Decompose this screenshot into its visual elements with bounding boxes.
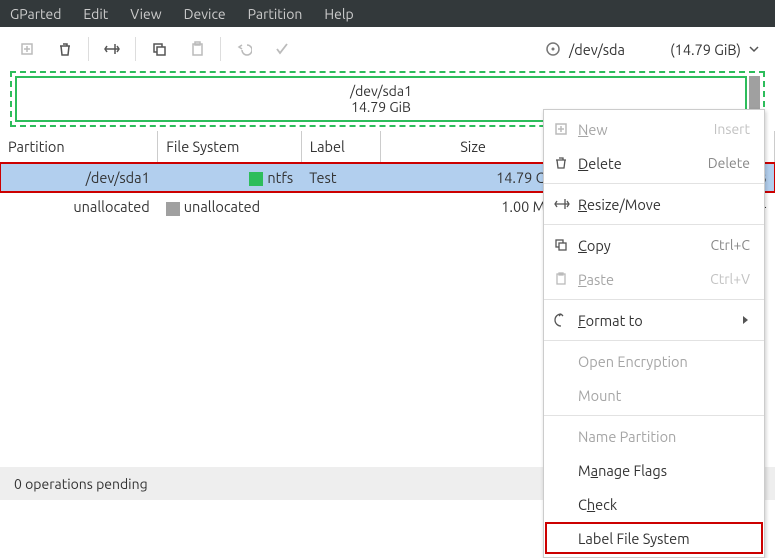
device-name: /dev/sda: [569, 41, 625, 58]
menu-item-label: New: [578, 121, 608, 138]
copy-button[interactable]: [140, 27, 178, 71]
check-icon: [274, 41, 290, 57]
menubar: GParted Edit View Device Partition Help: [0, 0, 775, 27]
menu-item-delete[interactable]: Delete Delete: [544, 146, 764, 180]
menu-device[interactable]: Device: [184, 6, 226, 22]
menu-item-label: Label File System: [578, 530, 690, 547]
device-selector[interactable]: /dev/sda (14.79 GiB): [537, 37, 767, 62]
header-filesystem[interactable]: File System: [158, 131, 301, 163]
new-partition-button: [8, 27, 46, 71]
format-icon: [554, 313, 578, 327]
cell-partition: unallocated: [0, 192, 158, 221]
menu-item-format-to[interactable]: Format to: [544, 303, 764, 337]
menu-item-name-partition: Name Partition: [544, 419, 764, 453]
fs-color-icon: [249, 172, 263, 186]
menu-accelerator: Ctrl+C: [710, 237, 750, 253]
menu-item-label: Check: [578, 496, 617, 513]
menu-item-label-file-system[interactable]: Label File System: [544, 521, 764, 555]
cell-partition: /dev/sda1: [0, 163, 158, 193]
cell-label: [301, 192, 380, 221]
paste-icon: [189, 41, 205, 57]
resize-move-button[interactable]: [93, 27, 131, 71]
apply-button: [263, 27, 301, 71]
paste-button: [178, 27, 216, 71]
menu-separator: [544, 183, 764, 184]
menu-item-mount: Mount: [544, 378, 764, 412]
new-icon: [19, 41, 35, 57]
undo-icon: [236, 41, 252, 57]
cell-fs: unallocated: [158, 192, 301, 221]
menu-item-label: Name Partition: [578, 428, 676, 445]
menu-item-paste: Paste Ctrl+V: [544, 262, 764, 296]
menu-item-label: Format to: [578, 312, 643, 329]
header-label[interactable]: Label: [301, 131, 380, 163]
paste-icon: [554, 272, 578, 286]
menu-item-label: Paste: [578, 271, 614, 288]
menu-item-label: Manage Flags: [578, 462, 667, 479]
menu-accelerator: Delete: [708, 155, 750, 171]
toolbar: /dev/sda (14.79 GiB): [0, 27, 775, 71]
menu-accelerator: Insert: [714, 121, 750, 137]
chevron-down-icon: [749, 44, 759, 54]
disk-partition-size: 14.79 GiB: [351, 99, 411, 115]
disk-icon: [545, 41, 561, 57]
undo-button: [225, 27, 263, 71]
header-partition[interactable]: Partition: [0, 131, 158, 163]
menu-help[interactable]: Help: [324, 6, 353, 22]
context-menu: New Insert Delete Delete Resize/Move Copy Ctrl…: [543, 109, 765, 558]
menu-separator: [544, 415, 764, 416]
menu-item-resize-move[interactable]: Resize/Move: [544, 187, 764, 221]
menu-separator: [544, 224, 764, 225]
menu-item-label: Mount: [578, 387, 621, 404]
menu-separator: [544, 340, 764, 341]
menu-item-label: Open Encryption: [578, 353, 688, 370]
menu-gparted[interactable]: GParted: [10, 6, 61, 22]
menu-item-manage-flags[interactable]: Manage Flags: [544, 453, 764, 487]
menu-item-new: New Insert: [544, 112, 764, 146]
menu-item-label: Copy: [578, 237, 611, 254]
menu-partition[interactable]: Partition: [248, 6, 303, 22]
trash-icon: [57, 41, 73, 57]
resize-icon: [103, 41, 121, 57]
fs-color-icon: [166, 202, 180, 216]
copy-icon: [151, 41, 167, 57]
cell-fs: ntfs: [158, 163, 301, 193]
menu-item-copy[interactable]: Copy Ctrl+C: [544, 228, 764, 262]
resize-icon: [554, 197, 578, 211]
submenu-arrow-icon: [742, 315, 750, 325]
menu-edit[interactable]: Edit: [83, 6, 108, 22]
menu-item-check[interactable]: Check: [544, 487, 764, 521]
cell-label: Test: [301, 163, 380, 193]
disk-partition-name: /dev/sda1: [350, 83, 412, 99]
menu-item-label: Resize/Move: [578, 196, 661, 213]
device-size: (14.79 GiB): [670, 41, 741, 58]
menu-separator: [544, 299, 764, 300]
delete-icon: [554, 156, 578, 170]
copy-icon: [554, 238, 578, 252]
menu-view[interactable]: View: [130, 6, 161, 22]
new-icon: [554, 122, 578, 136]
menu-item-label: Delete: [578, 155, 622, 172]
delete-partition-button[interactable]: [46, 27, 84, 71]
menu-accelerator: Ctrl+V: [710, 271, 750, 287]
menu-item-open-encryption: Open Encryption: [544, 344, 764, 378]
status-text: 0 operations pending: [14, 476, 148, 492]
